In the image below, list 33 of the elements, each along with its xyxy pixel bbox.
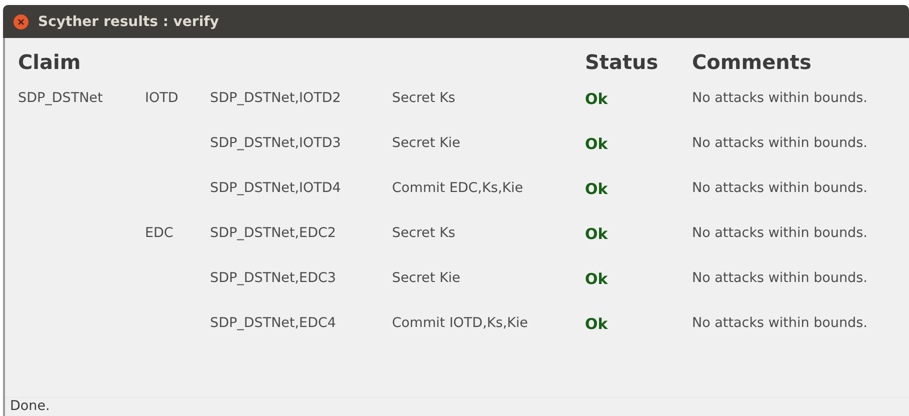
table-cell: No attacks within bounds. — [692, 315, 868, 331]
status-text: Ok — [585, 135, 608, 153]
table-cell: Secret Ks — [392, 90, 456, 106]
table-cell: Secret Kie — [392, 135, 460, 151]
table-cell: No attacks within bounds. — [692, 180, 868, 196]
column-header: Comments — [692, 50, 812, 76]
table-cell: SDP_DSTNet,IOTD2 — [210, 90, 341, 106]
status-text: Ok — [585, 270, 608, 288]
status-text: Ok — [585, 225, 608, 243]
table-cell: Secret Kie — [392, 270, 460, 286]
table-cell: SDP_DSTNet,IOTD3 — [210, 135, 341, 151]
table-cell: Secret Ks — [392, 225, 456, 241]
status-bar: Done. — [5, 397, 909, 416]
table-cell: SDP_DSTNet — [18, 90, 103, 106]
table-cell: IOTD — [145, 90, 178, 106]
table-cell: Commit IOTD,Ks,Kie — [392, 315, 528, 331]
table-cell: SDP_DSTNet,IOTD4 — [210, 180, 341, 196]
table-cell: SDP_DSTNet,EDC3 — [210, 270, 336, 286]
table-cell: No attacks within bounds. — [692, 90, 868, 106]
window-title: Scyther results : verify — [38, 14, 219, 30]
close-icon[interactable] — [13, 14, 29, 30]
status-text: Ok — [585, 90, 608, 108]
table-cell: SDP_DSTNet,EDC2 — [210, 225, 336, 241]
table-cell: No attacks within bounds. — [692, 270, 868, 286]
column-header: Status — [585, 50, 660, 76]
table-cell: No attacks within bounds. — [692, 135, 868, 151]
table-cell: No attacks within bounds. — [692, 225, 868, 241]
column-header: Claim — [18, 50, 82, 76]
table-cell: Commit EDC,Ks,Kie — [392, 180, 524, 196]
status-text: Ok — [585, 180, 608, 198]
table-cell: EDC — [145, 225, 174, 241]
status-text: Ok — [585, 315, 608, 333]
table-cell: SDP_DSTNet,EDC4 — [210, 315, 336, 331]
